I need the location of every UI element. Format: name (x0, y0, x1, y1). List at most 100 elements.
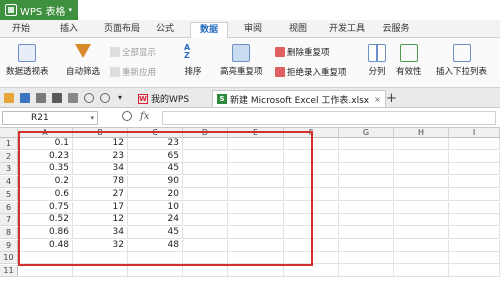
row-header-2[interactable]: 2 (0, 150, 18, 163)
preview-icon[interactable] (68, 93, 78, 103)
row-header-8[interactable]: 8 (0, 226, 18, 239)
remove-duplicates-icon (275, 47, 285, 57)
new-tab-button[interactable]: + (382, 90, 401, 107)
insert-dropdown-button[interactable]: 插入下拉列表 (436, 44, 487, 77)
cell-h5[interactable] (394, 188, 449, 201)
show-all-button[interactable]: 全部显示 (110, 46, 156, 58)
tab-data[interactable]: 数据 (190, 22, 228, 38)
cell-i11[interactable] (449, 265, 500, 277)
cell-h2[interactable] (394, 150, 449, 163)
cell-g4[interactable] (339, 176, 394, 189)
split-columns-label: 分列 (368, 67, 386, 77)
remove-duplicates-label: 删除重复项 (287, 48, 330, 58)
tab-review[interactable]: 审阅 (240, 22, 266, 38)
cell-d11[interactable] (183, 265, 228, 277)
cell-g6[interactable] (339, 201, 394, 214)
cell-h11[interactable] (394, 265, 449, 277)
cell-g9[interactable] (339, 239, 394, 252)
cell-h10[interactable] (394, 252, 449, 265)
row-header-7[interactable]: 7 (0, 214, 18, 227)
remove-duplicates-button[interactable]: 删除重复项 (275, 46, 330, 58)
cell-i3[interactable] (449, 163, 500, 176)
cell-h1[interactable] (394, 138, 449, 150)
cell-f11[interactable] (284, 265, 339, 277)
open-folder-icon[interactable] (4, 93, 14, 103)
sort-button[interactable]: AZ 排序 (184, 44, 202, 78)
row-header-11[interactable]: 11 (0, 265, 18, 277)
cell-h4[interactable] (394, 176, 449, 189)
row-header-4[interactable]: 4 (0, 176, 18, 189)
cell-g8[interactable] (339, 226, 394, 239)
cell-g3[interactable] (339, 163, 394, 176)
cell-c11[interactable] (128, 265, 183, 277)
tab-view[interactable]: 视图 (285, 22, 311, 38)
export-icon[interactable] (36, 93, 46, 103)
cell-a11[interactable] (18, 265, 73, 277)
split-columns-button[interactable]: 分列 (368, 44, 386, 77)
cell-h7[interactable] (394, 214, 449, 227)
tab-insert[interactable]: 插入 (56, 22, 82, 38)
cell-h6[interactable] (394, 201, 449, 214)
cell-g5[interactable] (339, 188, 394, 201)
reject-duplicates-button[interactable]: 拒绝录入重复项 (275, 66, 347, 78)
cell-i1[interactable] (449, 138, 500, 150)
cell-i7[interactable] (449, 214, 500, 227)
close-icon[interactable]: × (374, 95, 381, 104)
cell-i8[interactable] (449, 226, 500, 239)
cell-g2[interactable] (339, 150, 394, 163)
select-all-corner[interactable] (0, 128, 18, 138)
cell-i10[interactable] (449, 252, 500, 265)
column-header-i[interactable]: I (449, 128, 500, 138)
row-header-9[interactable]: 9 (0, 239, 18, 252)
validity-button[interactable]: 有效性 (396, 44, 422, 77)
tab-formulas[interactable]: 公式 (152, 22, 178, 38)
zoom-icon[interactable] (122, 111, 132, 121)
cell-i2[interactable] (449, 150, 500, 163)
row-header-1[interactable]: 1 (0, 138, 18, 150)
customize-chevron-icon[interactable]: ▾ (118, 93, 126, 103)
app-name: WPS 表格 (20, 6, 66, 18)
pivot-table-label: 数据透视表 (6, 67, 49, 77)
name-box[interactable]: R21 ▾ (2, 111, 98, 125)
function-icon[interactable]: fx (140, 111, 149, 122)
pivot-table-icon (18, 44, 37, 62)
column-header-h[interactable]: H (394, 128, 449, 138)
row-header-10[interactable]: 10 (0, 252, 18, 265)
tab-home[interactable]: 开始 (8, 22, 34, 38)
cell-b11[interactable] (73, 265, 128, 277)
cell-h3[interactable] (394, 163, 449, 176)
tab-developer[interactable]: 开发工具 (325, 22, 369, 38)
cell-e11[interactable] (228, 265, 284, 277)
save-icon[interactable] (20, 93, 30, 103)
print-icon[interactable] (52, 93, 62, 103)
cell-g10[interactable] (339, 252, 394, 265)
redo-icon[interactable] (100, 93, 110, 103)
tab-page-layout[interactable]: 页面布局 (100, 22, 144, 38)
spreadsheet-grid[interactable]: A B C D E F G H I 1 0.1 12 23 2 0.23 23 65 3 0.35 34 45 4 0.2 7… (0, 128, 500, 293)
cell-g11[interactable] (339, 265, 394, 277)
tab-mywps[interactable]: W 我的WPS (134, 90, 193, 107)
cell-i5[interactable] (449, 188, 500, 201)
cell-h8[interactable] (394, 226, 449, 239)
autofilter-button[interactable]: 自动筛选 (66, 44, 100, 77)
cell-i4[interactable] (449, 176, 500, 189)
cell-i6[interactable] (449, 201, 500, 214)
undo-icon[interactable] (84, 93, 94, 103)
insert-dropdown-label: 插入下拉列表 (436, 67, 488, 77)
reapply-button[interactable]: 重新应用 (110, 66, 156, 78)
row-header-3[interactable]: 3 (0, 163, 18, 176)
pivot-table-button[interactable]: 数据透视表 (6, 44, 49, 77)
row-header-6[interactable]: 6 (0, 201, 18, 214)
highlight-duplicates-button[interactable]: 高亮重复项 (220, 44, 263, 77)
cell-g7[interactable] (339, 214, 394, 227)
cell-h9[interactable] (394, 239, 449, 252)
sort-label: 排序 (184, 67, 202, 77)
row-header-5[interactable]: 5 (0, 188, 18, 201)
formula-input[interactable] (162, 111, 496, 125)
cell-i9[interactable] (449, 239, 500, 252)
cell-g1[interactable] (339, 138, 394, 150)
tab-cloud[interactable]: 云服务 (378, 22, 414, 38)
tab-current-file[interactable]: S 新建 Microsoft Excel 工作表.xlsx × (212, 90, 386, 107)
app-menu-button[interactable]: WPS 表格 ▾ (0, 0, 78, 20)
column-header-g[interactable]: G (339, 128, 394, 138)
